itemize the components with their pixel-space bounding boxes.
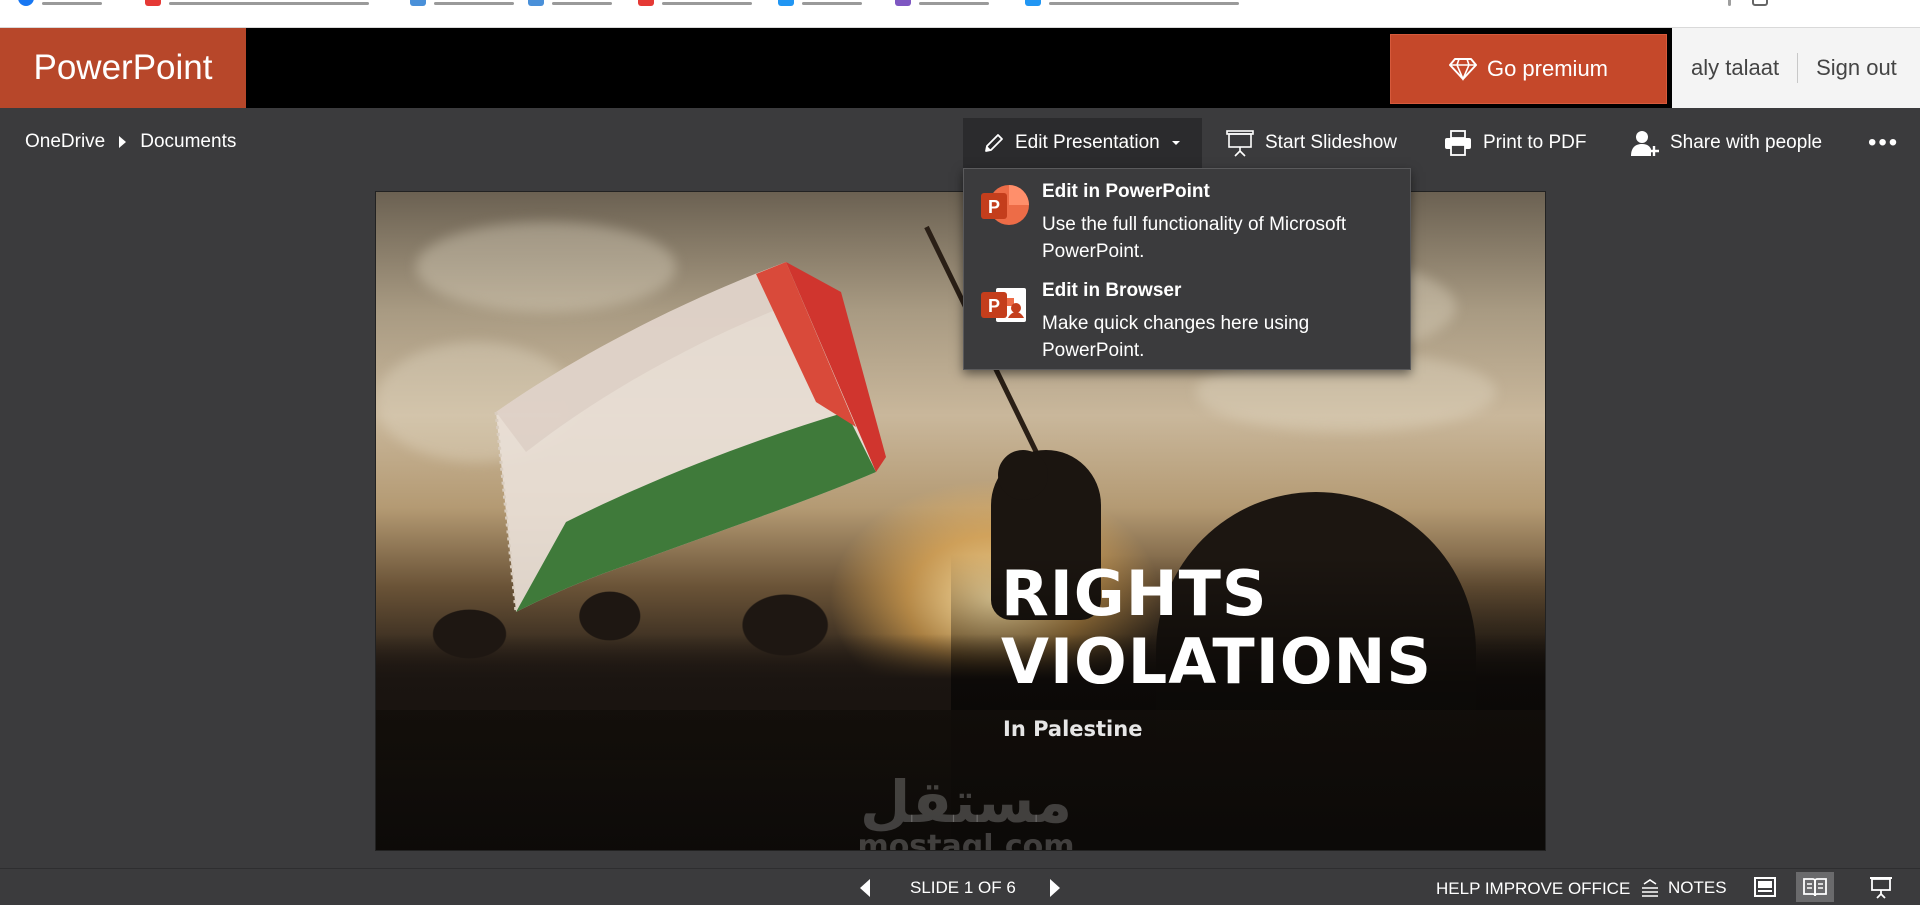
share-with-people-label: Share with people	[1670, 132, 1823, 153]
edit-in-browser-title: Edit in Browser	[1042, 280, 1182, 301]
projector-screen-icon	[1226, 130, 1254, 157]
bookmark-item[interactable]	[778, 0, 862, 6]
menu-item-edit-in-powerpoint[interactable]: P Edit in PowerPoint Use the full functi…	[964, 169, 1410, 267]
normal-view-icon	[1754, 877, 1776, 897]
slide-title: RIGHTS VIOLATIONS	[1001, 560, 1432, 696]
bookmark-item[interactable]	[1025, 0, 1239, 6]
bookmark-item[interactable]	[638, 0, 752, 6]
bookmark-item[interactable]	[528, 0, 612, 6]
slide-counter: SLIDE 1 OF 6	[910, 878, 1016, 897]
palestine-flag-image	[494, 262, 886, 613]
slide-title-line2: VIOLATIONS	[1001, 625, 1433, 698]
reading-view-button[interactable]	[1796, 872, 1834, 902]
help-improve-office-link[interactable]: HELP IMPROVE OFFICE	[1436, 879, 1630, 899]
bookmark-item[interactable]	[1728, 0, 1731, 6]
breadcrumb: OneDrive Documents	[25, 108, 236, 176]
app-brand[interactable]: PowerPoint	[0, 28, 246, 108]
normal-view-button[interactable]	[1746, 872, 1784, 902]
watermark-latin: mostaql.com	[857, 829, 1075, 851]
open-book-icon	[1803, 878, 1827, 897]
print-to-pdf-label: Print to PDF	[1483, 132, 1587, 153]
slide-title-line1: RIGHTS	[1001, 557, 1268, 630]
edit-in-powerpoint-title: Edit in PowerPoint	[1042, 181, 1210, 202]
svg-text:P: P	[988, 197, 1000, 217]
pencil-icon	[985, 134, 1003, 152]
powerpoint-app-icon: P	[981, 185, 1029, 225]
user-name[interactable]: aly talaat	[1672, 55, 1797, 81]
start-slideshow-button[interactable]: Start Slideshow	[1225, 118, 1397, 168]
edit-presentation-menu: P Edit in PowerPoint Use the full functi…	[963, 168, 1411, 370]
notes-icon	[1642, 879, 1658, 897]
command-bar: OneDrive Documents Edit Presentation Sta…	[0, 108, 1920, 168]
bookmark-item[interactable]	[410, 0, 514, 6]
edit-presentation-label: Edit Presentation	[1015, 132, 1160, 153]
start-slideshow-label: Start Slideshow	[1265, 132, 1398, 153]
bookmark-item[interactable]	[895, 0, 989, 6]
bookmark-item[interactable]	[145, 0, 369, 6]
slide-subtitle: In Palestine	[1003, 717, 1143, 741]
share-with-people-button[interactable]: Share with people	[1630, 118, 1822, 168]
printer-icon	[1445, 130, 1471, 156]
presentation-screen-icon	[1870, 877, 1892, 899]
slide-show-view-button[interactable]	[1862, 872, 1900, 902]
breadcrumb-documents[interactable]: Documents	[140, 131, 236, 153]
sign-out-link[interactable]: Sign out	[1798, 55, 1897, 81]
bookmark-item[interactable]	[1752, 0, 1768, 6]
suite-header: PowerPoint Go premium aly talaat Sign ou…	[0, 28, 1920, 108]
add-person-icon	[1631, 131, 1659, 156]
status-bar: SLIDE 1 OF 6 HELP IMPROVE OFFICE NOTES	[0, 868, 1920, 905]
previous-slide-icon[interactable]	[860, 879, 870, 897]
menu-item-edit-in-browser[interactable]: P Edit in Browser Make quick changes her…	[964, 268, 1410, 366]
watermark: مستقل mostaql.com	[846, 768, 1086, 851]
edit-in-powerpoint-desc: Use the full functionality of Microsoft …	[1042, 214, 1347, 262]
notes-label: NOTES	[1668, 878, 1727, 897]
chevron-down-icon	[1171, 141, 1180, 145]
notes-button[interactable]: NOTES	[1640, 875, 1727, 901]
diamond-icon	[1448, 58, 1477, 81]
bookmark-item[interactable]	[18, 0, 102, 6]
edit-presentation-button[interactable]: Edit Presentation	[963, 118, 1202, 168]
go-premium-button[interactable]: Go premium	[1390, 34, 1667, 104]
chevron-right-icon	[119, 136, 127, 148]
user-area: aly talaat Sign out	[1672, 28, 1920, 108]
edit-in-browser-desc: Make quick changes here using PowerPoint…	[1042, 313, 1310, 361]
svg-text:P: P	[988, 296, 1000, 316]
go-premium-label: Go premium	[1486, 56, 1609, 81]
print-to-pdf-button[interactable]: Print to PDF	[1443, 118, 1586, 168]
powerpoint-online-icon: P	[981, 288, 1026, 322]
more-options-button[interactable]: •••	[1868, 118, 1899, 168]
breadcrumb-onedrive[interactable]: OneDrive	[25, 131, 105, 153]
watermark-arabic: مستقل	[859, 768, 1073, 836]
next-slide-icon[interactable]	[1050, 879, 1060, 897]
browser-bookmarks-bar	[0, 0, 1920, 28]
